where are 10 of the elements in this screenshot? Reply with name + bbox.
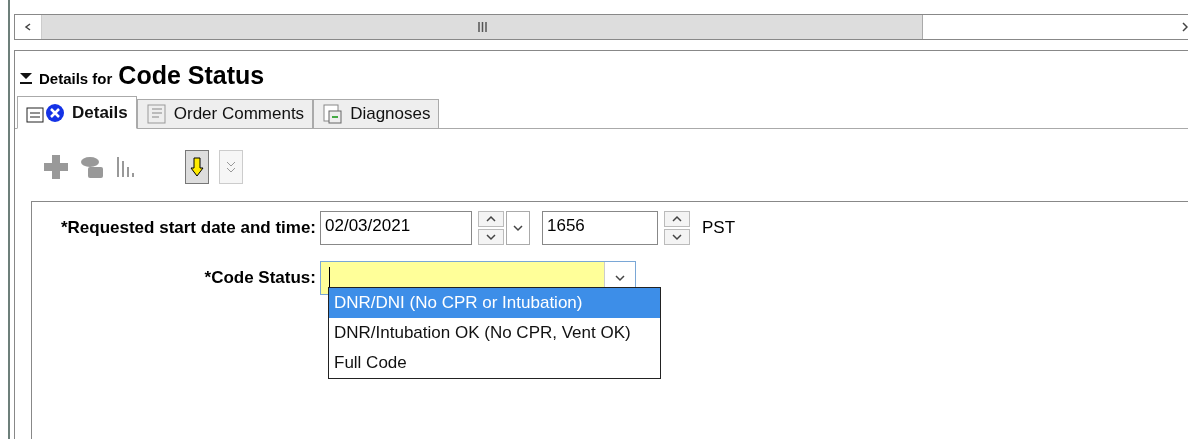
- timezone-label: PST: [702, 218, 736, 238]
- tab[interactable]: Order Comments: [136, 99, 314, 128]
- tab[interactable]: Details: [17, 96, 137, 129]
- tab[interactable]: Diagnoses: [313, 99, 440, 128]
- time-field[interactable]: 1656: [542, 211, 658, 245]
- date-field[interactable]: 02/03/2021: [320, 211, 472, 245]
- field-label: *Code Status:: [203, 268, 317, 288]
- section-label: Details for: [39, 70, 113, 87]
- field-label: *Requested start date and time:: [59, 218, 317, 238]
- section-title: Code Status: [118, 61, 265, 90]
